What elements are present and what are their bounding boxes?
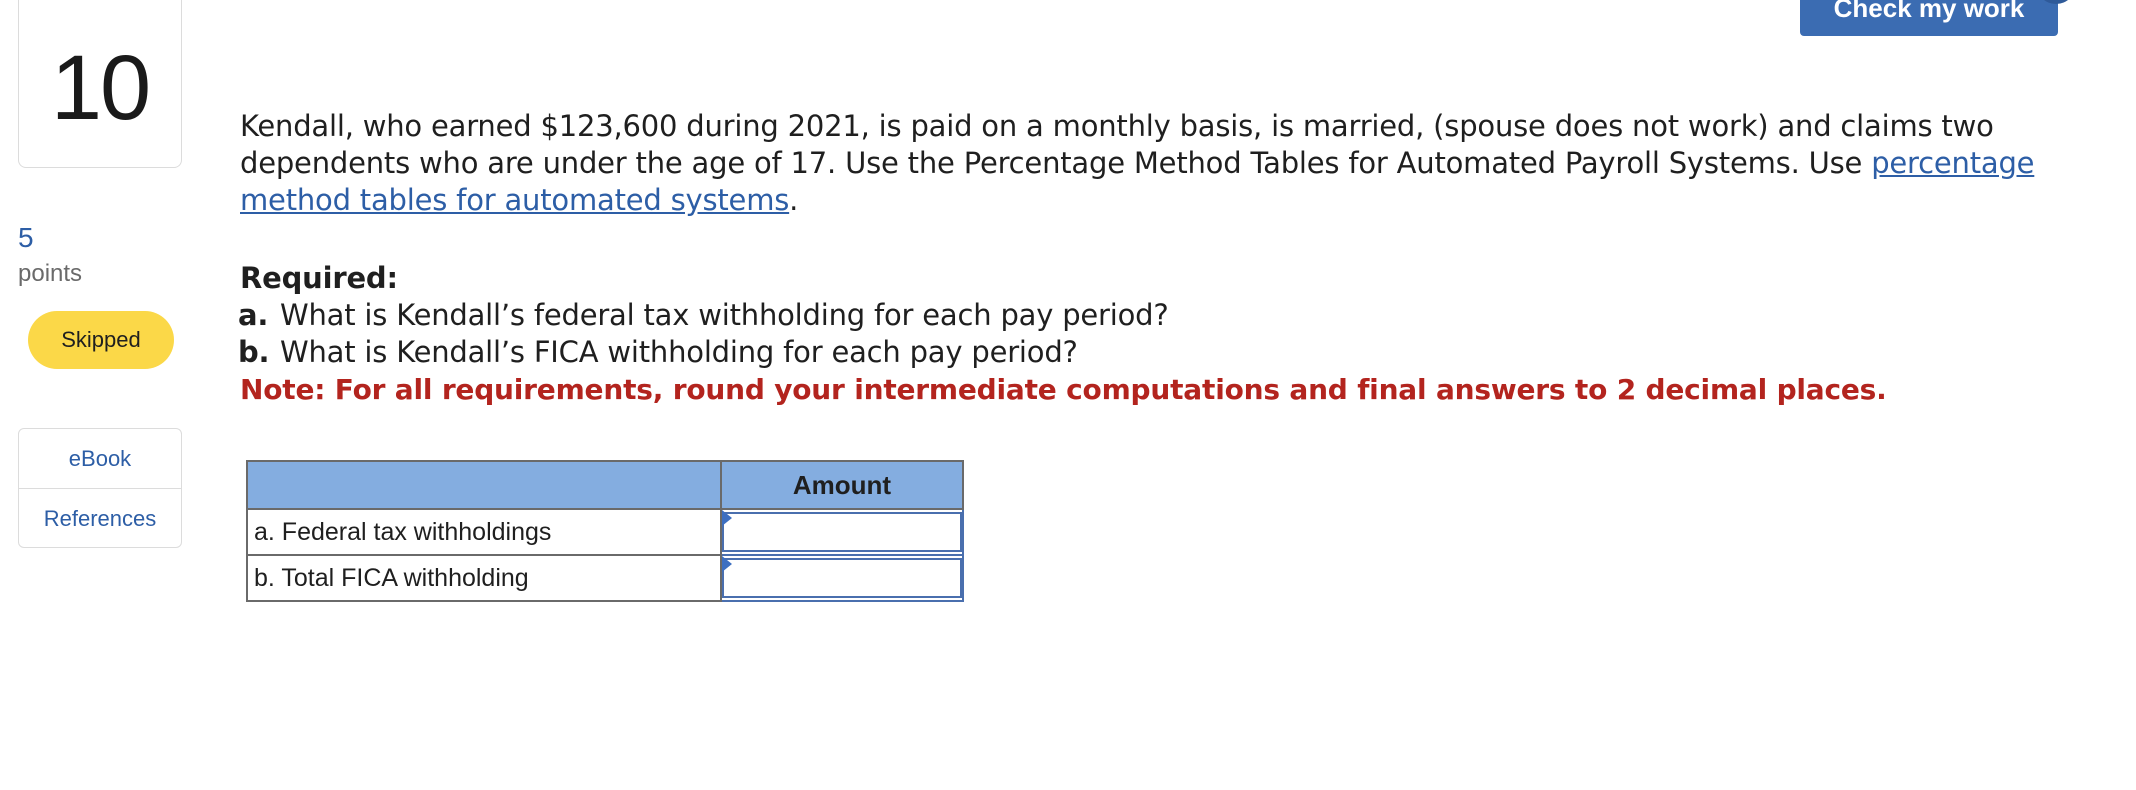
ebook-link[interactable]: eBook [19, 429, 181, 488]
table-row: b. Total FICA withholding [246, 554, 964, 602]
requirement-item: b. What is Kendall’s FICA withholding fo… [238, 334, 2060, 371]
question-text: Kendall, who earned $123,600 during 2021… [240, 108, 2040, 219]
fica-label: b. Total FICA withholding [246, 554, 722, 602]
requirement-letter: b. [238, 335, 270, 369]
table-header-amount: Amount [720, 460, 964, 510]
question-number-box: 10 [18, 0, 182, 168]
table-row: a. Federal tax withholdings [246, 508, 964, 556]
cell-flag-icon [722, 510, 732, 526]
references-link[interactable]: References [19, 488, 181, 548]
answer-table: Amount a. Federal tax withholdings b. To… [246, 460, 964, 602]
fica-amount-input[interactable] [722, 558, 962, 598]
federal-tax-amount-input[interactable] [722, 512, 962, 552]
federal-tax-label: a. Federal tax withholdings [246, 508, 722, 556]
cell-flag-icon [722, 556, 732, 572]
rounding-note: Note: For all requirements, round your i… [240, 373, 1887, 406]
requirements-block: Required: a. What is Kendall’s federal t… [238, 260, 2060, 408]
federal-tax-amount-cell [720, 508, 964, 556]
requirement-text: What is Kendall’s FICA withholding for e… [280, 335, 1078, 369]
required-heading: Required: [240, 261, 398, 295]
status-badge: Skipped [28, 311, 174, 369]
table-header-blank [246, 460, 722, 510]
requirement-letter: a. [238, 298, 269, 332]
fica-amount-cell [720, 554, 964, 602]
resources-panel: eBook References [18, 428, 182, 548]
check-my-work-button[interactable]: Check my work [1800, 0, 2058, 36]
requirement-item: a. What is Kendall’s federal tax withhol… [238, 297, 2060, 334]
question-text-body: Kendall, who earned $123,600 during 2021… [240, 109, 1994, 180]
check-my-work-label: Check my work [1833, 0, 2025, 23]
points-label: points [18, 260, 83, 287]
question-page: Check my work 10 5 points Skipped eBook … [0, 0, 2136, 790]
requirement-text: What is Kendall’s federal tax withholdin… [280, 298, 1169, 332]
question-number: 10 [50, 37, 151, 139]
points-value: 5 [18, 222, 34, 253]
question-text-end: . [789, 183, 799, 217]
